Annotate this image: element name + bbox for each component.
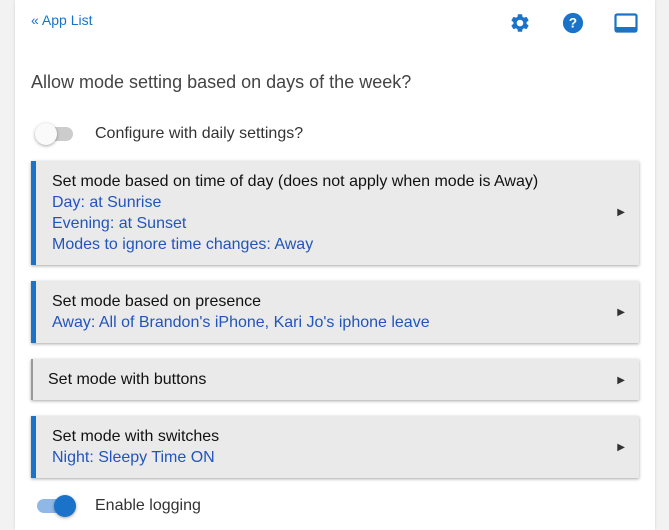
app-list-link[interactable]: « App List (31, 12, 93, 28)
section-detail: Away: All of Brandon's iPhone, Kari Jo's… (52, 314, 430, 331)
logging-row: Enable logging (37, 494, 201, 518)
section-detail: Night: Sleepy Time ON (52, 449, 215, 466)
switches-section[interactable]: Set mode with switches Night: Sleepy Tim… (31, 416, 639, 478)
section-title: Set mode based on time of day (does not … (52, 173, 539, 190)
section-detail: Evening: at Sunset (52, 215, 187, 232)
toggle-knob (35, 123, 57, 145)
enable-logging-toggle[interactable] (37, 495, 76, 517)
toggle-knob (54, 495, 76, 517)
section-title: Set mode with switches (52, 428, 220, 445)
presence-section[interactable]: Set mode based on presence Away: All of … (31, 281, 639, 343)
daily-settings-toggle[interactable] (35, 123, 73, 145)
expand-arrow-icon: ▶ (617, 442, 625, 453)
daily-settings-row: Configure with daily settings? (35, 122, 304, 146)
time-of-day-section[interactable]: Set mode based on time of day (does not … (31, 161, 639, 265)
section-title: Set mode with buttons (48, 371, 207, 388)
gear-icon[interactable] (507, 10, 533, 36)
help-icon[interactable]: ? (560, 10, 586, 36)
section-title: Set mode based on presence (52, 293, 262, 310)
days-of-week-question: Allow mode setting based on days of the … (31, 72, 412, 92)
expand-arrow-icon: ▶ (617, 207, 625, 218)
daily-settings-label: Configure with daily settings? (95, 125, 304, 142)
section-detail: Day: at Sunrise (52, 194, 162, 211)
window-icon[interactable] (613, 10, 639, 36)
enable-logging-label: Enable logging (95, 497, 201, 514)
expand-arrow-icon: ▶ (617, 307, 625, 318)
buttons-section[interactable]: Set mode with buttons ▶ (31, 359, 639, 400)
expand-arrow-icon: ▶ (617, 375, 625, 386)
section-detail: Modes to ignore time changes: Away (52, 236, 314, 253)
svg-text:?: ? (569, 16, 577, 31)
app-panel: « App List ? Allow mode setting based on… (15, 0, 655, 530)
